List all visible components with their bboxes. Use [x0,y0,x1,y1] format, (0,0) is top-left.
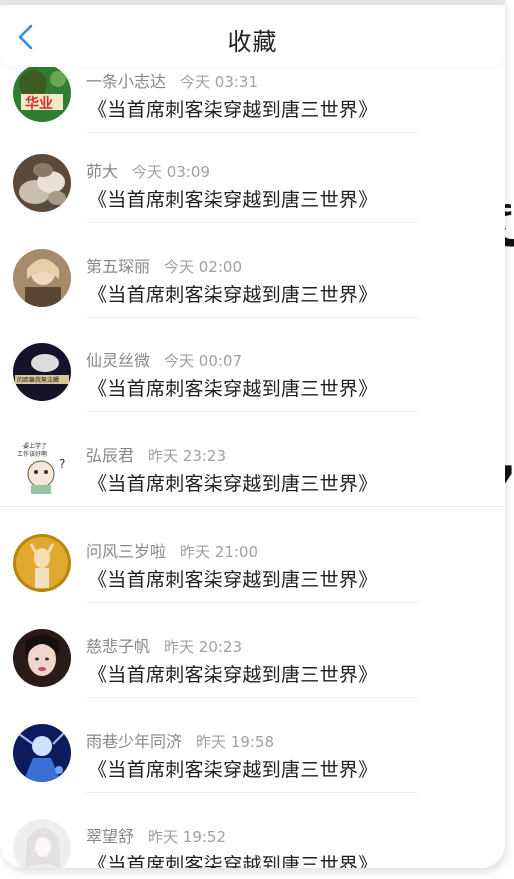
svg-text:?: ? [59,457,65,471]
username: 仙灵丝微 [86,351,151,370]
timestamp: 今天 03:31 [180,73,259,91]
list-item[interactable]: 慈悲子帆 昨天 20:23 《当首席刺客柒穿越到唐三世界》 [0,601,505,698]
book-title[interactable]: 《当首席刺客柒穿越到唐三世界》 [88,185,378,212]
list-item[interactable]: 茆大 今天 03:09 《当首席刺客柒穿越到唐三世界》 [0,126,505,223]
list-item[interactable]: 第五琛丽 今天 02:00 《当首席刺客柒穿越到唐三世界》 [0,221,505,318]
avatar[interactable]: 的距離我無法觸 [13,343,71,401]
book-title[interactable]: 《当首席刺客柒穿越到唐三世界》 [88,374,378,401]
book-title[interactable]: 《当首席刺客柒穿越到唐三世界》 [88,660,378,687]
timestamp: 今天 00:07 [164,352,243,370]
avatar[interactable] [13,154,71,212]
book-title[interactable]: 《当首席刺客柒穿越到唐三世界》 [88,95,378,122]
page-title: 收藏 [227,28,278,56]
avatar-cartoon-image: 不要上学了 工作该好啊 ? [13,438,71,496]
list-item[interactable]: 问风三岁啦 昨天 21:00 《当首席刺客柒穿越到唐三世界》 [0,506,505,603]
username: 问风三岁啦 [86,542,167,561]
username: 弘辰君 [86,446,135,465]
avatar-girl-brown-image [13,249,71,307]
list-item[interactable]: 雨巷少年同济 昨天 19:58 《当首席刺客柒穿越到唐三世界》 [0,696,505,793]
timestamp: 今天 03:09 [132,163,211,181]
svg-text:不要上学了: 不要上学了 [17,442,47,450]
timestamp: 昨天 19:52 [148,828,227,846]
avatar-white-anime-image [13,819,71,868]
avatar-dark-hand-image: 的距離我無法觸 [13,343,71,401]
username: 第五琛丽 [86,257,151,276]
avatar-blue-anime-image [13,724,71,782]
book-title[interactable]: 《当首席刺客柒穿越到唐三世界》 [88,280,378,307]
avatar[interactable]: 华业 [13,64,71,122]
timestamp: 昨天 21:00 [180,543,259,561]
item-meta: 翠望舒 昨天 19:52 [86,823,226,847]
list-item[interactable]: 不要上学了 工作该好啊 ? 弘辰君 昨天 23:23 《当首席刺客柒穿越到唐三世界… [0,410,505,507]
item-meta: 茆大 今天 03:09 [86,158,210,182]
list-item[interactable]: 的距離我無法觸 仙灵丝微 今天 00:07 《当首席刺客柒穿越到唐三世界》 [0,315,505,412]
username: 翠望舒 [86,827,135,846]
book-title[interactable]: 《当首席刺客柒穿越到唐三世界》 [88,469,378,496]
username: 慈悲子帆 [86,637,151,656]
username: 一条小志达 [86,72,167,91]
avatar-dark-girl-image [13,629,71,687]
timestamp: 昨天 20:23 [164,638,243,656]
avatar[interactable] [13,724,71,782]
item-meta: 第五琛丽 今天 02:00 [86,253,242,277]
avatar[interactable] [13,534,71,592]
avatar-green-image: 华业 [13,64,71,122]
svg-text:华业: 华业 [25,95,53,112]
book-title[interactable]: 《当首席刺客柒穿越到唐三世界》 [88,755,378,782]
avatar-stones-image [13,154,71,212]
avatar[interactable]: 不要上学了 工作该好啊 ? [13,438,71,496]
avatar[interactable] [13,819,71,868]
timestamp: 昨天 19:58 [196,733,275,751]
book-title[interactable]: 《当首席刺客柒穿越到唐三世界》 [88,565,378,592]
list-item[interactable]: 翠望舒 昨天 19:52 《当首席刺客柒穿越到唐三世界》 [0,791,505,868]
username: 茆大 [86,162,119,181]
item-meta: 仙灵丝微 今天 00:07 [86,347,242,371]
svg-text:的距離我無法觸: 的距離我無法觸 [17,376,59,384]
timestamp: 昨天 23:23 [148,447,227,465]
timestamp: 今天 02:00 [164,258,243,276]
svg-text:工作该好啊: 工作该好啊 [17,450,47,458]
favorites-panel: 华业 一条小志达 今天 03:31 《当首席刺客柒穿越到唐三世界》 茆大 今天 … [0,0,505,868]
avatar[interactable] [13,249,71,307]
username: 雨巷少年同济 [86,732,183,751]
book-title[interactable]: 《当首席刺客柒穿越到唐三世界》 [88,850,378,868]
top-navigation-bar: 收藏 [0,5,505,67]
item-meta: 慈悲子帆 昨天 20:23 [86,633,242,657]
item-meta: 一条小志达 今天 03:31 [86,68,258,92]
item-meta: 弘辰君 昨天 23:23 [86,442,226,466]
item-meta: 问风三岁啦 昨天 21:00 [86,538,258,562]
item-meta: 雨巷少年同济 昨天 19:58 [86,728,274,752]
avatar-gold-figure-image [13,534,71,592]
avatar[interactable] [13,629,71,687]
